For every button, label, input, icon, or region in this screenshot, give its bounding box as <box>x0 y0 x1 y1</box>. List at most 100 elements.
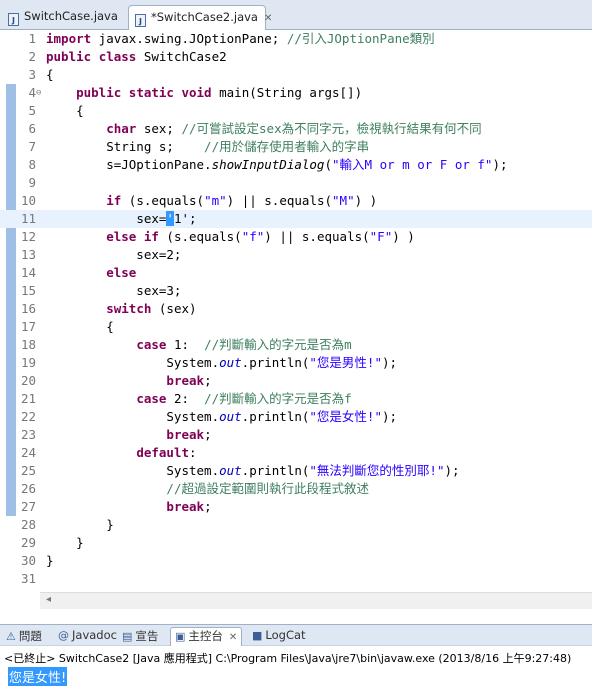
comment: //可嘗試設定sex為不同字元，檢視執行結果有何不同 <box>181 121 482 136</box>
line-number: 28 <box>20 517 36 532</box>
keyword: break <box>166 373 205 388</box>
code-line: 18 case 1: //判斷輸入的字元是否為m <box>0 336 592 354</box>
close-icon[interactable]: ✕ <box>264 13 272 24</box>
code-line: 19 System.out.println("您是男性!"); <box>0 354 592 372</box>
code-line: 3{ <box>0 66 592 84</box>
code-text: { <box>46 67 54 82</box>
line-number: 30 <box>20 553 36 568</box>
keyword: class <box>98 49 137 64</box>
code-text: } <box>46 535 84 550</box>
code-line: 29 } <box>0 534 592 552</box>
console-status: <已終止> SwitchCase2 [Java 應用程式] C:\Program… <box>4 652 572 665</box>
code-text: ( <box>324 157 332 172</box>
code-editor[interactable]: 1 import javax.swing.JOptionPane; //引入JOp… <box>0 30 592 610</box>
code-text: javax.swing.JOptionPane; <box>91 31 287 46</box>
java-file-icon: J <box>135 14 146 27</box>
code-line: 15 sex=3; <box>0 282 592 300</box>
code-text: s=JOptionPane. <box>46 157 212 172</box>
tab-declaration[interactable]: ▤ 宣告 <box>122 628 158 644</box>
code-text: } <box>46 517 114 532</box>
line-number: 11 <box>20 211 36 226</box>
keyword: public <box>46 49 92 64</box>
code-line: 20 break; <box>0 372 592 390</box>
code-line: 4 ⊖ public static void main(String args[]… <box>0 84 592 102</box>
code-line: 25 System.out.println("無法判斷您的性別耶!"); <box>0 462 592 480</box>
code-line: 12 else if (s.equals("f") || s.equals("F… <box>0 228 592 246</box>
code-text: 1: <box>166 337 205 352</box>
comment: //用於儲存使用者輸入的字串 <box>204 139 370 154</box>
java-file-icon: J <box>8 13 19 26</box>
code-line: 14 else <box>0 264 592 282</box>
tab-javadoc[interactable]: @ Javadoc <box>58 628 117 642</box>
scroll-left-icon[interactable]: ◂ <box>46 594 51 605</box>
line-number: 10 <box>20 193 36 208</box>
keyword: break <box>166 499 205 514</box>
line-number: 21 <box>20 391 36 406</box>
current-code-line: 11 sex='1'; <box>0 210 592 228</box>
panel-tab-bar: ⚠ 問題 @ Javadoc ▤ 宣告 ▣ 主控台 ✕ ■ LogCat <box>0 624 592 646</box>
code-text: { <box>46 103 84 118</box>
tab-label: Javadoc <box>72 628 117 642</box>
static-field: out <box>219 463 242 478</box>
code-line: 26 //超過設定範圍則執行此段程式敘述 <box>0 480 592 498</box>
tab-problems[interactable]: ⚠ 問題 <box>6 628 42 644</box>
comment: //判斷輸入的字元是否為m <box>204 337 352 352</box>
string-literal: "F" <box>369 229 393 244</box>
tab-logcat[interactable]: ■ LogCat <box>252 628 306 642</box>
keyword: case <box>136 337 167 352</box>
code-line: 2 public class SwitchCase2 <box>0 48 592 66</box>
line-number: 31 <box>20 571 36 586</box>
fold-icon[interactable]: ⊖ <box>36 84 45 102</box>
tab-label: LogCat <box>265 628 306 642</box>
horizontal-scrollbar[interactable]: ◂ <box>40 592 592 609</box>
tab-switchcase2[interactable]: J *SwitchCase2.java ✕ <box>128 5 272 31</box>
problems-icon: ⚠ <box>6 630 16 643</box>
at-icon: @ <box>58 629 69 642</box>
line-number: 9 <box>28 175 36 190</box>
code-text: ); <box>492 157 508 172</box>
string-literal: "輸入M or m or F or f" <box>332 157 493 172</box>
tab-console[interactable]: ▣ 主控台 ✕ <box>170 627 243 646</box>
line-number: 12 <box>20 229 36 244</box>
code-line: 6 char sex; //可嘗試設定sex為不同字元，檢視執行結果有何不同 <box>0 120 592 138</box>
line-number: 2 <box>28 49 36 64</box>
code-line: 17 { <box>0 318 592 336</box>
static-field: out <box>219 355 242 370</box>
code-text: 2: <box>166 391 205 406</box>
tab-label: 主控台 <box>188 629 223 643</box>
keyword: switch <box>106 301 152 316</box>
code-text: ) ) <box>354 193 378 208</box>
comment: //引入JOptionPane類別 <box>286 31 435 46</box>
keyword: else <box>106 265 137 280</box>
keyword: public <box>76 85 122 100</box>
line-number: 26 <box>20 481 36 496</box>
keyword: import <box>46 31 92 46</box>
console-output[interactable]: 您是女性! <box>8 667 68 686</box>
line-number: 5 <box>28 103 36 118</box>
declaration-icon: ▤ <box>122 630 133 643</box>
keyword: break <box>166 427 205 442</box>
code-line: 24 default: <box>0 444 592 462</box>
code-text: : <box>189 445 197 460</box>
code-text: sex= <box>136 211 167 226</box>
line-number: 13 <box>20 247 36 262</box>
code-line: 7 String s; //用於儲存使用者輸入的字串 <box>0 138 592 156</box>
tab-label: 問題 <box>18 629 42 643</box>
code-line: 16 switch (sex) <box>0 300 592 318</box>
line-number: 27 <box>20 499 36 514</box>
method-name: showInputDialog <box>211 157 325 172</box>
code-line: 9 <box>0 174 592 192</box>
close-icon[interactable]: ✕ <box>229 632 237 643</box>
tab-label: *SwitchCase2.java <box>151 10 258 24</box>
code-text: } <box>46 553 54 568</box>
line-number: 3 <box>28 67 36 82</box>
code-text: .println( <box>241 463 310 478</box>
keyword: if <box>106 193 122 208</box>
line-number: 24 <box>20 445 36 460</box>
comment: //超過設定範圍則執行此段程式敘述 <box>166 481 369 496</box>
code-text: System. <box>46 409 220 424</box>
tab-switchcase[interactable]: J SwitchCase.java <box>2 5 122 29</box>
keyword: char <box>106 121 137 136</box>
line-number: 14 <box>20 265 36 280</box>
code-text: ) ) <box>392 229 415 244</box>
